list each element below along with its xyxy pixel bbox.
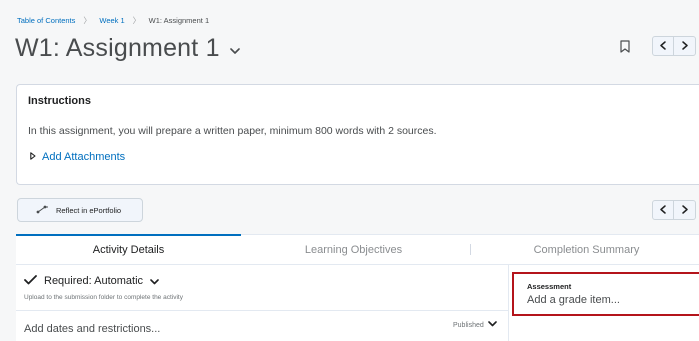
tab-learning-objectives[interactable]: Learning Objectives [241,235,466,265]
instructions-text: In this assignment, you will prepare a w… [28,125,437,137]
tab-completion-summary[interactable]: Completion Summary [474,235,699,265]
assessment-label: Assessment [527,282,572,291]
publish-status-dropdown[interactable]: Published [453,321,497,329]
checkmark-icon [24,274,37,288]
add-dates-restrictions-link[interactable]: Add dates and restrictions... [24,323,160,335]
secondary-navigation [652,200,696,220]
assessment-highlight-box: Assessment Add a grade item... [512,272,699,316]
breadcrumb: Table of Contents 〉 Week 1 〉 W1: Assignm… [17,15,209,26]
instructions-panel: Instructions In this assignment, you wil… [16,84,699,185]
chevron-left-icon [660,37,666,55]
topic-navigation [652,36,696,56]
publish-status-label: Published [453,321,484,329]
tab-divider [470,244,471,255]
next-topic-button[interactable] [674,36,696,56]
requirement-hint: Upload to the submission folder to compl… [24,294,183,301]
page-title-text: W1: Assignment 1 [15,34,220,62]
requirement-label: Required: Automatic [44,275,144,287]
chevron-down-icon[interactable] [229,42,240,60]
chevron-down-icon [150,276,159,288]
column-divider [508,265,509,341]
chevron-right-icon [681,37,688,55]
add-grade-item-link[interactable]: Add a grade item... [527,294,620,306]
completion-requirement-dropdown[interactable]: Required: Automatic [24,274,159,288]
previous-button[interactable] [652,200,674,220]
breadcrumb-item-week-1[interactable]: Week 1 [99,16,124,25]
tab-bar: Activity Details Learning Objectives Com… [16,234,699,264]
reflect-button-label: Reflect in ePortfolio [56,205,122,215]
breadcrumb-separator: 〉 [132,16,141,25]
breadcrumb-item-table-of-contents[interactable]: Table of Contents [17,16,75,25]
bookmark-icon[interactable] [620,40,630,53]
add-attachments-link[interactable]: Add Attachments [30,151,125,163]
breadcrumb-separator: 〉 [83,16,92,25]
breadcrumb-item-current: W1: Assignment 1 [148,16,210,25]
chevron-left-icon [660,201,666,219]
previous-topic-button[interactable] [652,36,674,56]
eportfolio-icon [36,205,49,216]
disclosure-triangle-icon [30,151,36,163]
page-title: W1: Assignment 1 [15,34,240,63]
page-header: Table of Contents 〉 Week 1 〉 W1: Assignm… [0,0,699,72]
next-button[interactable] [674,200,696,220]
add-attachments-label: Add Attachments [42,151,126,163]
chevron-right-icon [681,201,688,219]
chevron-down-icon [487,321,497,329]
reflect-in-eportfolio-button[interactable]: Reflect in ePortfolio [17,198,143,222]
row-divider [16,310,508,311]
instructions-heading: Instructions [28,95,91,107]
tab-activity-details[interactable]: Activity Details [16,234,241,264]
